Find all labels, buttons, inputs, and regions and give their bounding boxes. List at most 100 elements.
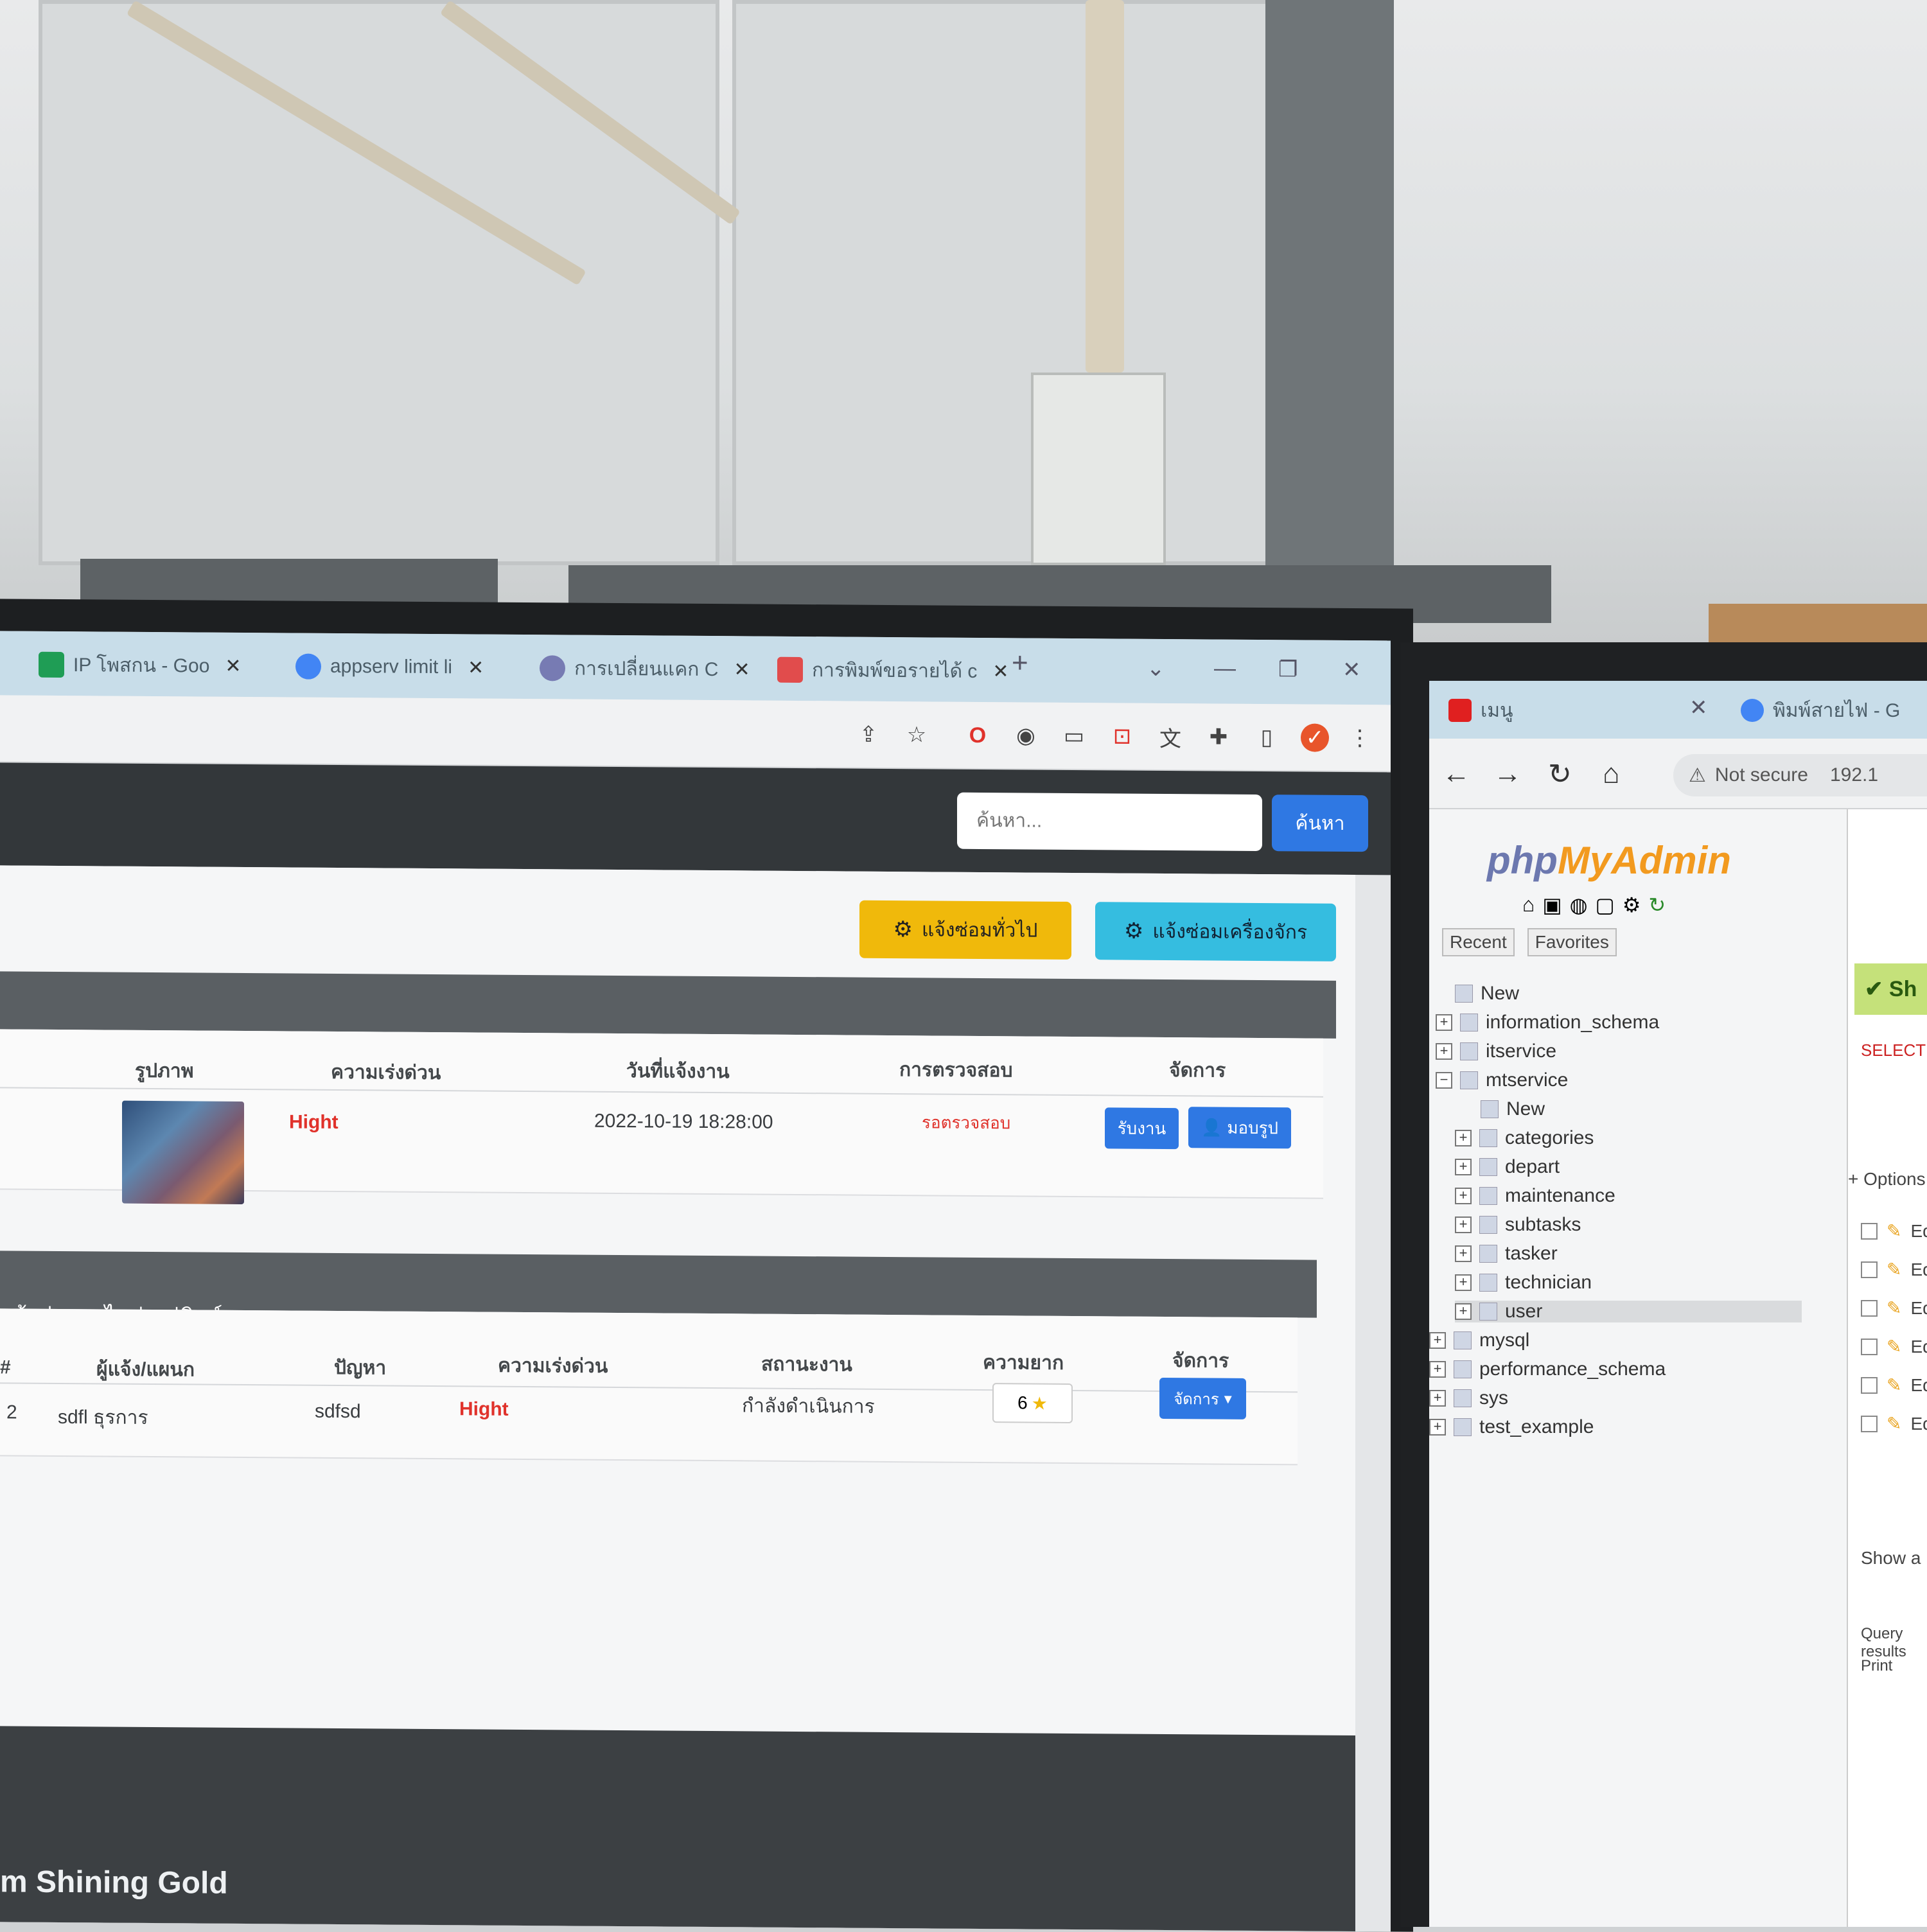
- extension-icon[interactable]: ◉: [1012, 721, 1040, 750]
- result-row[interactable]: ✎ Edi: [1861, 1297, 1927, 1319]
- tree-item-db[interactable]: + information_schema: [1436, 1012, 1659, 1033]
- tree-item-table[interactable]: + depart: [1455, 1156, 1560, 1178]
- tab-recent[interactable]: Recent: [1442, 928, 1515, 956]
- expand-icon[interactable]: +: [1455, 1159, 1472, 1175]
- close-icon[interactable]: ✕: [734, 658, 750, 681]
- edit-link[interactable]: Edi: [1910, 1375, 1927, 1396]
- browser-tab[interactable]: appserv limit li ✕: [295, 646, 484, 689]
- show-all-checkbox[interactable]: Show a: [1861, 1548, 1921, 1568]
- close-icon[interactable]: ✕: [992, 660, 1008, 683]
- docs-icon[interactable]: ◍: [1570, 893, 1588, 917]
- row-checkbox[interactable]: [1861, 1415, 1878, 1432]
- tree-item-table-selected[interactable]: + user: [1455, 1301, 1802, 1322]
- maximize-icon[interactable]: ❐: [1278, 656, 1298, 682]
- address-bar[interactable]: ⚠ Not secure 192.1: [1673, 754, 1927, 796]
- browser-tab-active[interactable]: การพิมพ์ขอรายได้ c ✕: [777, 649, 1009, 692]
- tree-item-table[interactable]: + categories: [1455, 1127, 1594, 1149]
- expand-icon[interactable]: +: [1455, 1274, 1472, 1291]
- expand-icon[interactable]: +: [1455, 1245, 1472, 1262]
- close-icon[interactable]: ✕: [468, 656, 484, 679]
- record-icon[interactable]: ⊡: [1108, 722, 1136, 750]
- accept-button[interactable]: รับงาน: [1105, 1107, 1179, 1150]
- home-icon[interactable]: ⌂: [1522, 893, 1535, 917]
- tree-item-db[interactable]: − mtservice: [1436, 1069, 1568, 1091]
- edit-link[interactable]: Edi: [1910, 1414, 1927, 1434]
- expand-icon[interactable]: +: [1455, 1188, 1472, 1204]
- close-icon[interactable]: ✕: [1689, 695, 1708, 721]
- tree-item-table[interactable]: + technician: [1455, 1272, 1592, 1294]
- expand-icon[interactable]: +: [1436, 1014, 1452, 1031]
- star-icon[interactable]: ☆: [902, 721, 931, 749]
- browser-tab[interactable]: พิมพ์สายไฟ - G: [1741, 690, 1900, 731]
- collapse-icon[interactable]: −: [1436, 1072, 1452, 1089]
- result-row[interactable]: ✎ Edi: [1861, 1336, 1927, 1357]
- browser-tab[interactable]: IP โพสกน - Goo ✕: [39, 644, 242, 687]
- print-link[interactable]: Print: [1861, 1657, 1892, 1675]
- result-row[interactable]: ✎ Edi: [1861, 1220, 1927, 1242]
- browser-tab[interactable]: การเปลี่ยนแคก C ✕: [540, 647, 750, 690]
- general-repair-button[interactable]: ⚙ แจ้งซ่อมทั่วไป: [859, 900, 1071, 960]
- search-button[interactable]: ค้นหา: [1272, 795, 1368, 852]
- row-checkbox[interactable]: [1861, 1261, 1878, 1278]
- tree-item-db[interactable]: + sys: [1429, 1387, 1508, 1409]
- tree-item-table[interactable]: + maintenance: [1455, 1185, 1615, 1207]
- search-input[interactable]: [957, 792, 1262, 852]
- edit-link[interactable]: Edi: [1910, 1298, 1927, 1319]
- reload-icon[interactable]: ↻: [1648, 893, 1666, 917]
- row-checkbox[interactable]: [1861, 1376, 1878, 1394]
- reload-icon[interactable]: ↻: [1548, 758, 1572, 791]
- tree-item-table[interactable]: + subtasks: [1455, 1214, 1581, 1236]
- expand-icon[interactable]: +: [1455, 1130, 1472, 1146]
- tab-search-icon[interactable]: ⌄: [1147, 656, 1165, 681]
- expand-icon[interactable]: +: [1429, 1332, 1446, 1349]
- close-window-icon[interactable]: ✕: [1342, 657, 1361, 683]
- edit-link[interactable]: Edi: [1910, 1337, 1927, 1357]
- expand-icon[interactable]: +: [1429, 1419, 1446, 1436]
- translate-icon[interactable]: 文: [1156, 723, 1184, 751]
- edit-link[interactable]: Edi: [1910, 1260, 1927, 1280]
- manage-dropdown-button[interactable]: จัดการ ▾: [1159, 1377, 1246, 1419]
- expand-icon[interactable]: +: [1436, 1043, 1452, 1060]
- tree-item-db[interactable]: + itservice: [1436, 1041, 1556, 1062]
- close-icon[interactable]: ✕: [225, 654, 241, 677]
- tree-item-db[interactable]: + mysql: [1429, 1330, 1529, 1351]
- edit-link[interactable]: Edi: [1910, 1221, 1927, 1242]
- profile-icon[interactable]: ✓: [1301, 723, 1329, 752]
- table-icon: [1479, 1245, 1497, 1263]
- logout-icon[interactable]: ▣: [1542, 893, 1562, 917]
- new-tab-button[interactable]: +: [1012, 647, 1028, 679]
- tree-item-db[interactable]: + test_example: [1429, 1416, 1594, 1438]
- home-icon[interactable]: ⌂: [1603, 758, 1620, 790]
- minimize-icon[interactable]: —: [1214, 656, 1236, 681]
- puzzle-icon[interactable]: ✚: [1204, 723, 1233, 751]
- assign-button[interactable]: 👤 มอบรูป: [1188, 1107, 1291, 1149]
- result-row[interactable]: ✎ Edi: [1861, 1374, 1927, 1396]
- forward-icon[interactable]: →: [1493, 758, 1522, 790]
- tree-item-new[interactable]: New: [1455, 983, 1519, 1005]
- phpmyadmin-logo[interactable]: phpMyAdmin: [1487, 838, 1731, 883]
- tree-item-db[interactable]: + performance_schema: [1429, 1358, 1666, 1380]
- sidebar-icon[interactable]: ▯: [1253, 723, 1281, 751]
- expand-icon[interactable]: +: [1429, 1361, 1446, 1378]
- options-toggle[interactable]: + Options: [1848, 1169, 1926, 1190]
- row-checkbox[interactable]: [1861, 1222, 1878, 1240]
- machine-repair-button[interactable]: ⚙ แจ้งซ่อมเครื่องจักร: [1095, 902, 1336, 962]
- back-icon[interactable]: ←: [1442, 758, 1470, 790]
- opera-icon[interactable]: O: [964, 721, 992, 750]
- cast-icon[interactable]: ▭: [1060, 722, 1088, 750]
- expand-icon[interactable]: +: [1455, 1303, 1472, 1320]
- browser-tab[interactable]: เมนู: [1448, 690, 1513, 731]
- menu-icon[interactable]: ⋮: [1346, 724, 1374, 752]
- sql-docs-icon[interactable]: ▢: [1595, 893, 1614, 917]
- tab-favorites[interactable]: Favorites: [1527, 928, 1617, 956]
- tree-item-new-table[interactable]: New: [1481, 1098, 1545, 1120]
- result-row[interactable]: ✎ Edi: [1861, 1259, 1927, 1280]
- row-checkbox[interactable]: [1861, 1338, 1878, 1355]
- share-icon[interactable]: ⇪: [854, 721, 883, 749]
- result-row[interactable]: ✎ Edi: [1861, 1413, 1927, 1434]
- expand-icon[interactable]: +: [1455, 1216, 1472, 1233]
- gear-icon[interactable]: ⚙: [1623, 893, 1641, 917]
- row-checkbox[interactable]: [1861, 1299, 1878, 1317]
- tree-item-table[interactable]: + tasker: [1455, 1243, 1558, 1265]
- expand-icon[interactable]: +: [1429, 1390, 1446, 1407]
